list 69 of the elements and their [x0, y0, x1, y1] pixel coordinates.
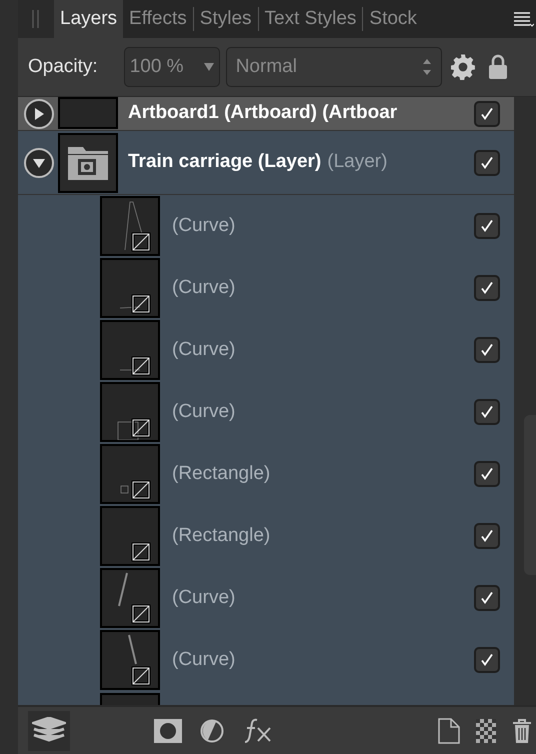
- layer-thumbnail: [100, 506, 160, 566]
- layer-row[interactable]: (Curve): [18, 319, 514, 381]
- layer-thumbnail: [100, 320, 160, 380]
- panel-tab[interactable]: Effects: [123, 0, 193, 38]
- adjustment-icon[interactable]: [200, 718, 224, 742]
- blend-mode-select[interactable]: Normal: [226, 47, 442, 87]
- visibility-checkbox[interactable]: [474, 275, 500, 301]
- checkmark-icon: [479, 404, 495, 420]
- layer-name: (Curve): [172, 586, 236, 610]
- checkmark-icon: [479, 106, 495, 122]
- layer-row[interactable]: Artboard1 (Artboard) (Artboar: [18, 97, 514, 131]
- lock-icon[interactable]: [488, 54, 508, 80]
- mask-icon[interactable]: [154, 718, 182, 742]
- layer-thumbnail: [100, 630, 160, 690]
- panel-tab[interactable]: Text Styles: [258, 0, 362, 38]
- checkmark-icon: [479, 466, 495, 482]
- layer-row[interactable]: (Rectangle): [18, 505, 514, 567]
- caret-icon: [204, 63, 214, 71]
- layer-row[interactable]: (Curve): [18, 195, 514, 257]
- layer-row[interactable]: (Curve): [18, 629, 514, 691]
- checkmark-icon: [479, 154, 495, 170]
- trash-icon[interactable]: [512, 718, 532, 744]
- visibility-checkbox[interactable]: [474, 647, 500, 673]
- visibility-checkbox[interactable]: [474, 100, 500, 126]
- layer-name: (Curve): [172, 214, 236, 238]
- panel-grip-icon[interactable]: [18, 0, 54, 38]
- visibility-checkbox[interactable]: [474, 399, 500, 425]
- checkmark-icon: [479, 342, 495, 358]
- checkmark-icon: [479, 528, 495, 544]
- visibility-checkbox[interactable]: [474, 585, 500, 611]
- settings-icon[interactable]: [450, 54, 476, 80]
- visibility-checkbox[interactable]: [474, 150, 500, 176]
- new-document-icon[interactable]: [438, 718, 460, 744]
- visibility-checkbox[interactable]: [474, 213, 500, 239]
- panel-tab[interactable]: Styles: [194, 0, 258, 38]
- layer-name: (Curve): [172, 338, 236, 362]
- layer-type-label: (Layer): [327, 151, 388, 172]
- checkmark-icon: [479, 280, 495, 296]
- layer-row[interactable]: (Curve): [18, 567, 514, 629]
- checkmark-icon: [479, 218, 495, 234]
- checkmark-icon: [479, 652, 495, 668]
- layer-thumbnail: [100, 444, 160, 504]
- panel-tab[interactable]: Stock: [363, 0, 423, 38]
- layer-name: (Rectangle): [172, 524, 272, 548]
- panel-tab[interactable]: Layers: [54, 0, 124, 38]
- layer-name: Train carriage (Layer): [128, 151, 322, 172]
- layer-name: (Curve): [172, 400, 236, 424]
- visibility-checkbox[interactable]: [474, 523, 500, 549]
- folder-icon: [67, 144, 109, 180]
- layer-name: Artboard1 (Artboard) (Artboar: [128, 102, 398, 124]
- layers-stack-icon[interactable]: [28, 710, 70, 750]
- visibility-checkbox[interactable]: [474, 461, 500, 487]
- opacity-dropdown[interactable]: 100 %: [124, 47, 220, 87]
- layer-name: (Rectangle): [172, 462, 272, 486]
- checkmark-icon: [479, 590, 495, 606]
- layer-thumbnail: [100, 196, 160, 256]
- layer-thumbnail: [100, 382, 160, 442]
- checkerboard-icon[interactable]: [476, 718, 496, 742]
- layer-row[interactable]: (Rectangle): [18, 443, 514, 505]
- layer-name: (Curve): [172, 648, 236, 672]
- layer-row[interactable]: (Curve): [18, 381, 514, 443]
- layer-thumbnail: [100, 258, 160, 318]
- layer-name: (Curve): [172, 276, 236, 300]
- layer-thumbnail: [100, 568, 160, 628]
- layer-row[interactable]: Train carriage (Layer) (Layer): [18, 131, 514, 195]
- opacity-label: Opacity:: [28, 54, 98, 79]
- visibility-checkbox[interactable]: [474, 337, 500, 363]
- layer-row[interactable]: (Curve): [18, 257, 514, 319]
- stepper-icon: [422, 58, 432, 76]
